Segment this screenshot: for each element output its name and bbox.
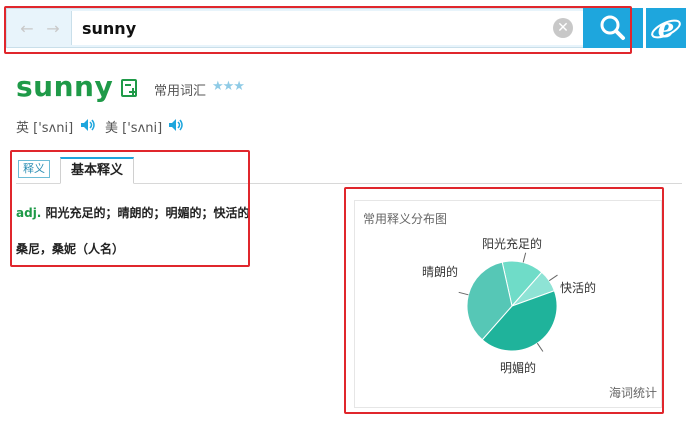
pie-leader-line	[458, 291, 469, 296]
usage-distribution-panel: 常用释义分布图 阳光充足的 快活的 明媚的 晴朗的 海词统计	[354, 200, 662, 408]
pie-slice-label: 快活的	[560, 280, 596, 295]
speaker-icon	[169, 119, 183, 131]
add-note-icon	[121, 79, 137, 97]
tab-basic-definition[interactable]: 基本释义	[60, 157, 134, 184]
speaker-icon	[81, 119, 95, 131]
pron-region: 英	[16, 121, 30, 136]
search-button[interactable]	[583, 8, 643, 48]
clear-icon[interactable]: ✕	[553, 18, 573, 38]
pie-leader-line	[548, 274, 558, 282]
pie-leader-line	[536, 342, 544, 352]
chart-footer: 海词统计	[608, 386, 657, 400]
search-bar: ← → ✕	[6, 8, 643, 48]
pie-slice-label: 明媚的	[500, 360, 536, 375]
word-title: sunny	[16, 70, 114, 103]
frequency-stars: ★★★	[212, 79, 245, 94]
name-definition: 桑尼，桑妮（人名）	[16, 242, 125, 256]
ie-browser-button[interactable]: e	[646, 8, 686, 48]
pie-slice-label: 阳光充足的	[482, 236, 542, 251]
ie-browser-icon: e	[651, 14, 681, 44]
add-to-wordbook-button[interactable]	[120, 78, 140, 98]
pron-ipa: ['sʌni]	[122, 121, 163, 136]
pronunciation-uk: 英 ['sʌni]	[16, 117, 73, 136]
back-arrow-icon[interactable]: ←	[17, 21, 37, 37]
pie-slice-label: 晴朗的	[422, 264, 458, 279]
pron-region: 美	[105, 121, 119, 136]
speaker-uk-button[interactable]	[80, 117, 96, 131]
pie-leader-line	[522, 252, 527, 263]
magnifier-icon	[600, 15, 625, 40]
search-input[interactable]	[71, 11, 583, 45]
pron-ipa: ['sʌni]	[33, 121, 74, 136]
definition-meaning: 阳光充足的；晴朗的；明媚的；快活的	[45, 206, 250, 220]
forward-arrow-icon[interactable]: →	[43, 21, 63, 37]
pronunciation-us: 美 ['sʌni]	[105, 117, 162, 136]
vocab-level-label: 常用词汇	[154, 84, 207, 99]
tab-definition-short[interactable]: 释义	[18, 160, 50, 178]
speaker-us-button[interactable]	[168, 117, 184, 131]
definition-line: adj. 阳光充足的；晴朗的；明媚的；快活的	[16, 204, 250, 221]
part-of-speech: adj.	[16, 206, 42, 220]
pie-chart: 阳光充足的快活的明媚的 晴朗的	[422, 236, 596, 375]
svg-text:e: e	[658, 14, 675, 44]
